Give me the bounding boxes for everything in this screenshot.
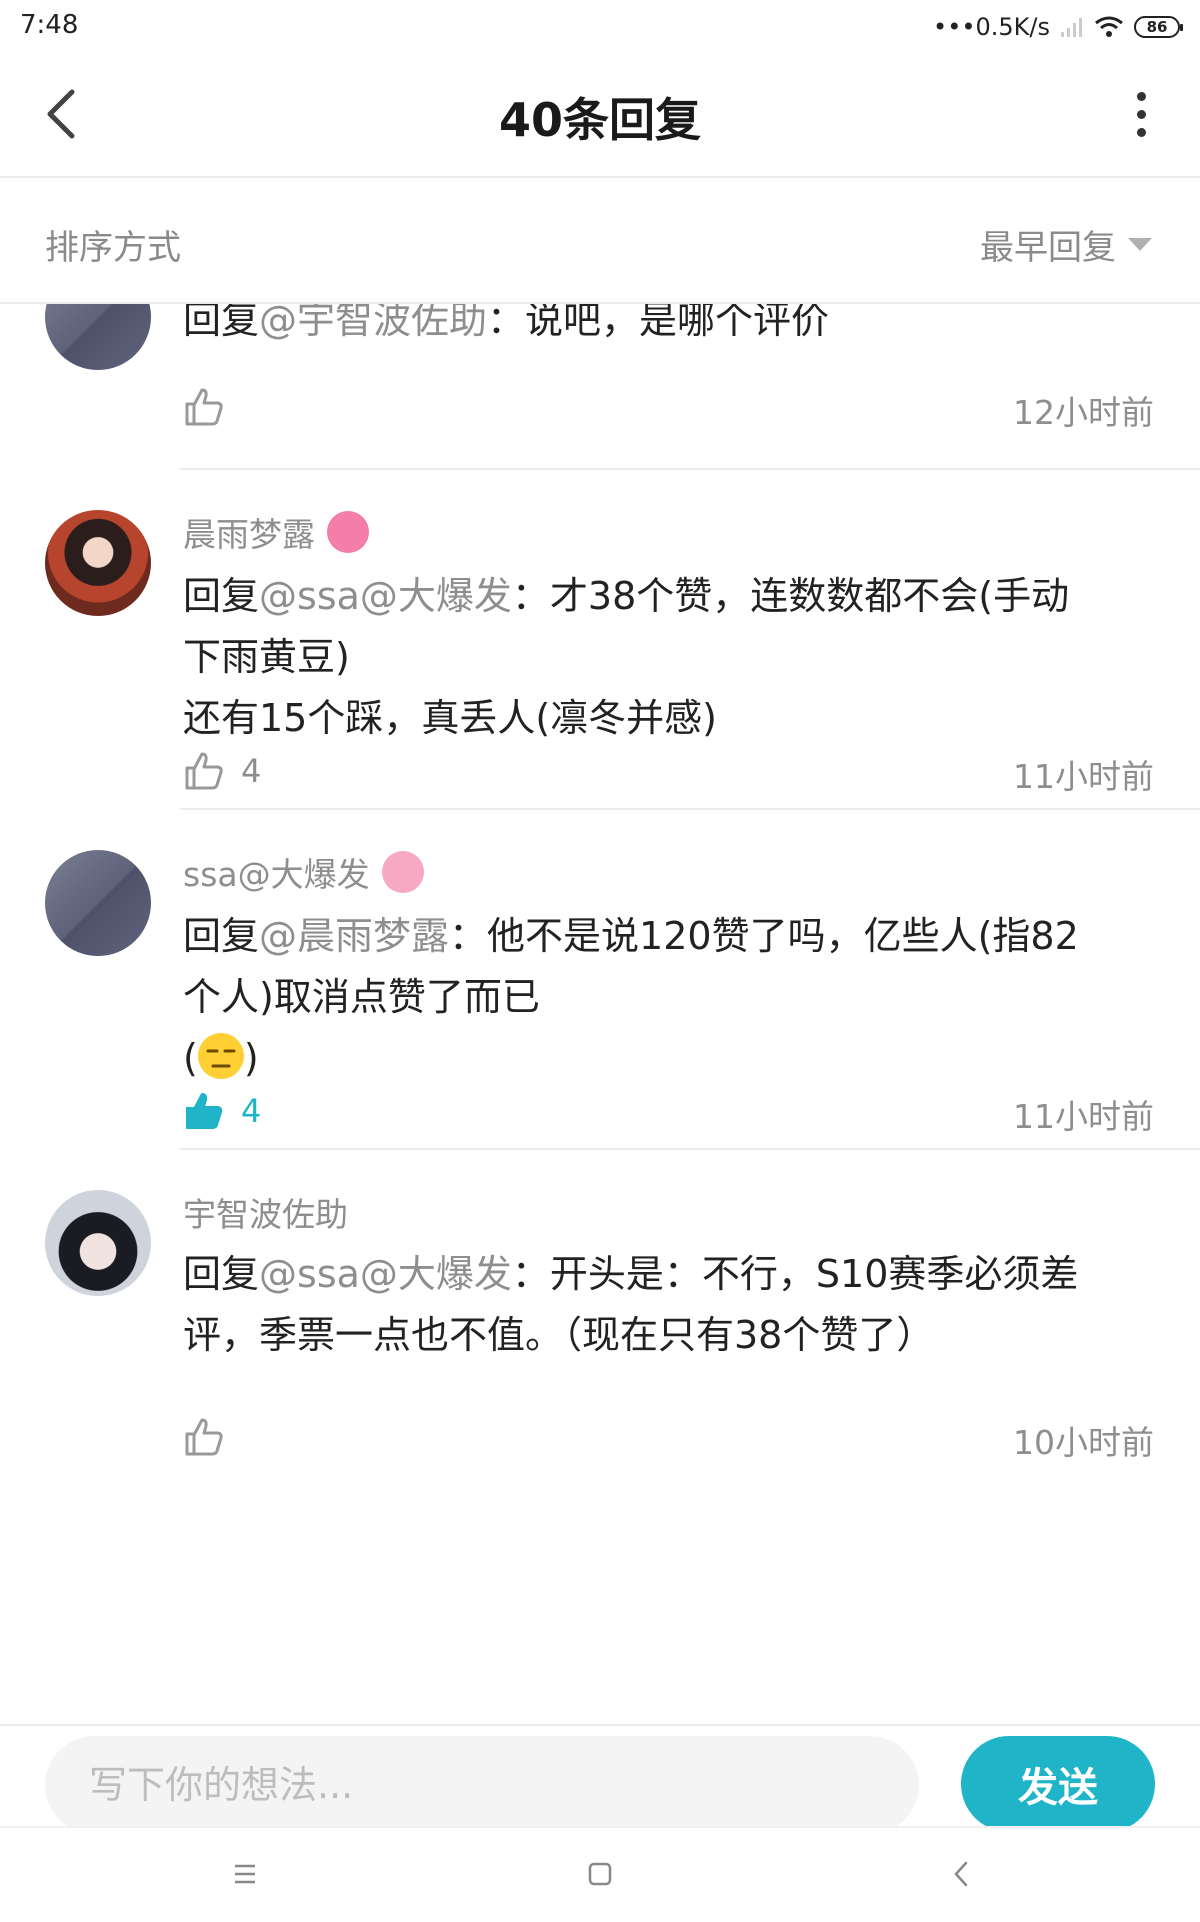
reply-composer: 发送 [0,1724,1200,1834]
unamused-emoji-icon [197,1033,244,1079]
signal-icon [1061,18,1082,37]
reply-time: 11小时前 [1013,1097,1154,1136]
reply-list[interactable]: 回复@宇智波佐助：说吧，是哪个评价 12小时前 晨雨梦露 回复@ssa@大爆发：… [0,304,1200,1724]
back-nav-icon [954,1861,968,1887]
level-badge-icon [327,511,369,553]
reply-item: 回复@宇智波佐助：说吧，是哪个评价 12小时前 [0,304,1200,470]
avatar[interactable] [45,850,151,956]
reply-text: 评，季票一点也不值。（现在只有38个赞了） [183,1313,935,1357]
reply-time: 12小时前 [1013,393,1154,432]
avatar[interactable] [45,304,151,370]
thumbs-up-icon [185,388,223,426]
reply-prefix: 回复 [183,574,260,618]
more-icon-dot [1137,110,1146,119]
reply-separator: ： [511,574,550,618]
battery-icon: 86 [1134,16,1183,38]
network-speed: •••0.5K/s [933,13,1050,41]
caret-down-icon [1128,238,1152,251]
reply-prefix: 回复 [183,304,260,342]
mention-link[interactable]: @ssa@大爆发 [259,574,512,618]
sort-label: 排序方式 [45,228,181,268]
avatar[interactable] [45,510,151,616]
thumbs-up-icon [186,1093,223,1129]
like-button[interactable] [183,1416,241,1458]
sort-bar: 排序方式 最早回复 [0,178,1200,304]
more-icon [1137,92,1146,101]
reply-item: 晨雨梦露 回复@ssa@大爆发：才38个赞，连数数都不会(手动 下雨黄豆) 还有… [0,470,1200,810]
username[interactable]: 宇智波佐助 [183,1188,348,1236]
mention-link[interactable]: @晨雨梦露 [259,914,449,958]
reply-item: 宇智波佐助 回复@ssa@大爆发：开头是：不行，S10赛季必须差 评，季票一点也… [0,1150,1200,1480]
reply-text: 开头是：不行，S10赛季必须差 [549,1252,1079,1296]
reply-separator: ： [511,1252,550,1296]
sort-dropdown[interactable]: 最早回复 [980,220,1152,269]
like-button[interactable]: 4 [183,1090,261,1132]
reply-text-emoji-line: ( ) [183,1028,1163,1089]
menu-icon [235,1864,255,1884]
like-button[interactable]: 4 [183,750,261,792]
thumbs-up-icon [185,752,223,790]
home-icon [588,1862,612,1886]
reply-text: 个人)取消点赞了而已 [183,975,540,1019]
reply-prefix: 回复 [183,914,260,958]
reply-text: 才38个赞，连数数都不会(手动 [549,574,1070,618]
reply-body: 回复@ssa@大爆发：开头是：不行，S10赛季必须差 评，季票一点也不值。（现在… [183,1244,1163,1366]
paren-open: ( [183,1036,198,1080]
level-badge-icon [381,851,424,893]
reply-separator: ： [487,304,526,342]
reply-text: 下雨黄豆) [183,635,350,679]
reply-separator: ： [449,914,488,958]
thumbs-up-icon [185,1418,223,1456]
reply-body: 回复@晨雨梦露：他不是说120赞了吗，亿些人(指82 个人)取消点赞了而已 ( … [183,906,1163,1089]
reply-text: 说吧，是哪个评价 [525,304,830,342]
comment-input[interactable] [45,1736,919,1834]
more-options-button[interactable] [1126,86,1156,142]
status-time: 7:48 [20,10,79,40]
home-button[interactable] [570,1848,630,1900]
reply-text: 还有15个踩，真丢人(凛冬并感) [183,696,718,740]
paren-close: ) [243,1036,259,1080]
reply-item: ssa@大爆发 回复@晨雨梦露：他不是说120赞了吗，亿些人(指82 个人)取消… [0,810,1200,1150]
send-button[interactable]: 发送 [961,1736,1155,1832]
status-bar: 7:48 •••0.5K/s 86 [0,0,1200,52]
reply-text: 他不是说120赞了吗，亿些人(指82 [487,914,1079,958]
more-icon-dot [1137,128,1146,137]
sort-selected: 最早回复 [980,228,1116,268]
reply-body: 回复@ssa@大爆发：才38个赞，连数数都不会(手动 下雨黄豆) 还有15个踩，… [183,566,1163,749]
menu-button[interactable] [215,1848,275,1900]
avatar[interactable] [45,1190,151,1296]
username-row: 晨雨梦露 [183,508,369,556]
reply-time: 10小时前 [1013,1423,1154,1462]
like-button[interactable] [183,386,241,428]
reply-body: 回复@宇智波佐助：说吧，是哪个评价 [183,304,1163,351]
system-back-button[interactable] [930,1848,990,1900]
page-title: 40条回复 [498,93,701,147]
reply-time: 11小时前 [1013,757,1154,796]
username-row: ssa@大爆发 [183,848,424,896]
app-header: 40条回复 [0,52,1200,178]
username[interactable]: 晨雨梦露 [183,508,315,556]
status-icons: •••0.5K/s 86 [933,10,1183,44]
system-navigation-bar [0,1826,1200,1922]
like-count: 4 [241,752,262,790]
like-count: 4 [241,1092,262,1130]
mention-link[interactable]: @ssa@大爆发 [259,1252,512,1296]
username[interactable]: ssa@大爆发 [183,848,370,896]
reply-prefix: 回复 [183,1252,260,1296]
wifi-icon [1095,16,1123,37]
username-row: 宇智波佐助 [183,1188,348,1236]
mention-link[interactable]: @宇智波佐助 [259,304,487,342]
